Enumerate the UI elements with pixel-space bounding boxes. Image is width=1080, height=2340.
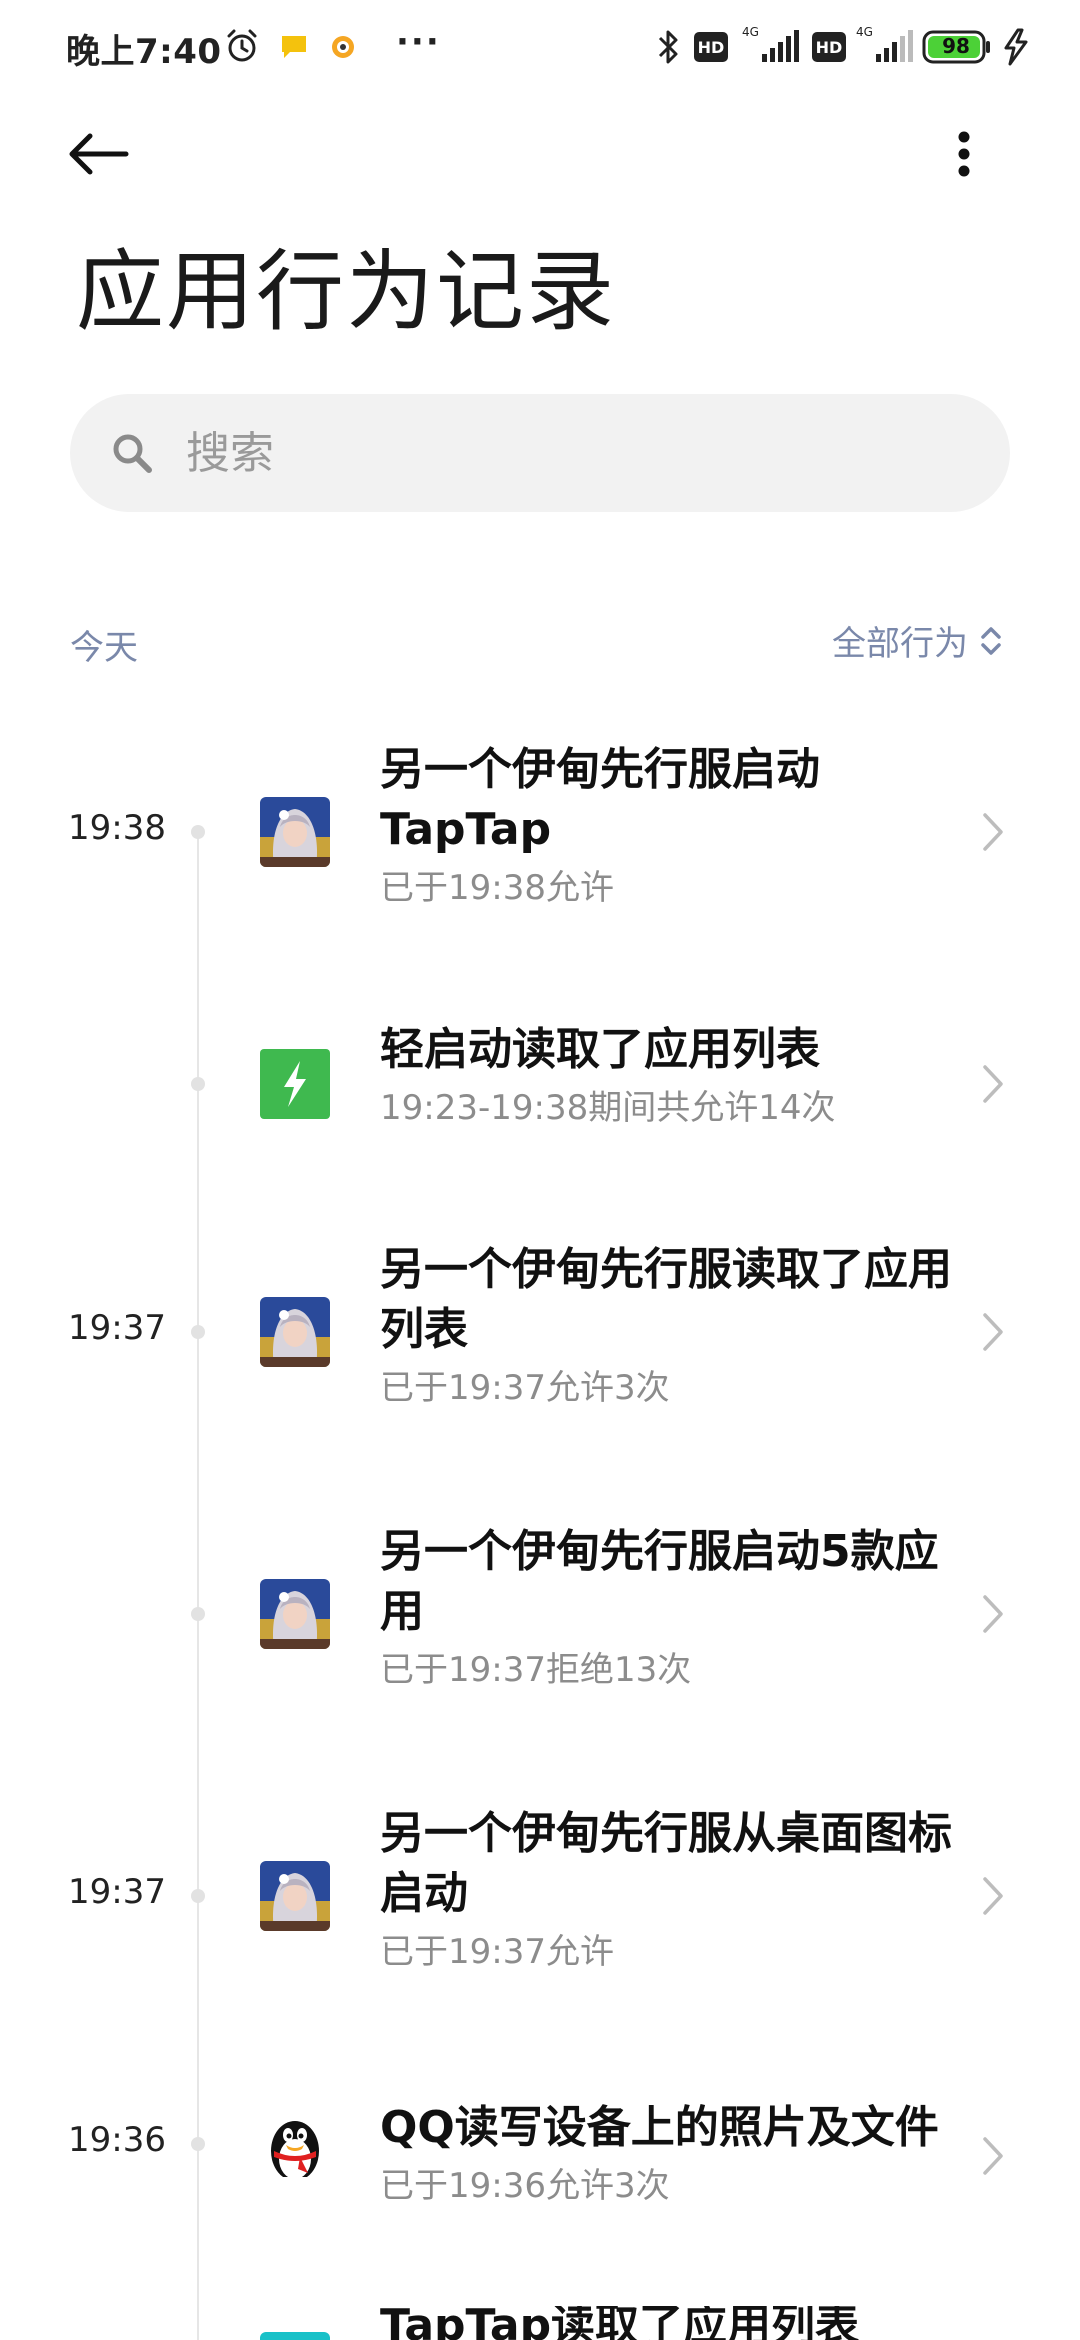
record-time: 19:38: [68, 808, 166, 848]
record-text: 另一个伊甸先行服读取了应用列表 已于19:37允许3次: [380, 1240, 980, 1410]
timeline-dot: [191, 825, 205, 839]
svg-text:HD: HD: [816, 38, 843, 57]
timeline-dot: [191, 1325, 205, 1339]
record-title: 轻启动读取了应用列表: [380, 1024, 820, 1075]
record-subtitle: 已于19:37拒绝13次: [380, 1650, 692, 1690]
notification-app-icon: [330, 34, 356, 64]
record-text: 轻启动读取了应用列表 19:23-19:38期间共允许14次: [380, 1020, 980, 1130]
note-app-icon: [280, 34, 308, 64]
bluetooth-icon: [656, 28, 680, 70]
taptap-app-icon: [260, 2332, 330, 2340]
qq-penguin-icon: [260, 2107, 330, 2177]
record-title: 另一个伊甸先行服启动TapTap: [380, 744, 820, 855]
svg-text:4G: 4G: [742, 25, 759, 39]
chevron-right-icon: [980, 1592, 1006, 1636]
timeline-dot: [191, 2137, 205, 2151]
status-time: 晚上7:40: [66, 32, 222, 72]
game-avatar-icon: [260, 1861, 330, 1931]
4g-signal-icon: 4G: [740, 24, 802, 68]
back-button[interactable]: [66, 120, 162, 192]
timeline-dot: [191, 1889, 205, 1903]
timeline-dot: [191, 1607, 205, 1621]
record-time: 19:37: [68, 1308, 166, 1348]
back-arrow-icon: [66, 132, 130, 180]
search-icon: [106, 427, 158, 479]
more-notifications-indicator: ···: [396, 22, 441, 62]
record-subtitle: 已于19:36允许3次: [380, 2166, 670, 2206]
record-text: TapTap读取了应用列表: [380, 2306, 980, 2340]
record-subtitle: 已于19:37允许3次: [380, 1368, 670, 1408]
record-subtitle: 已于19:37允许: [380, 1932, 614, 1972]
record-title: TapTap读取了应用列表: [380, 2306, 860, 2340]
game-avatar-icon: [260, 1297, 330, 1367]
battery-level: 98: [942, 34, 970, 58]
record-title: 另一个伊甸先行服读取了应用列表: [380, 1244, 952, 1355]
svg-text:4G: 4G: [856, 25, 873, 39]
game-avatar-icon: [260, 797, 330, 867]
list-item[interactable]: 19:37 另一个伊甸先行服从桌面图标启动 已于19:37允许: [0, 1804, 1080, 2004]
alarm-icon: [224, 28, 260, 68]
chevron-right-icon: [980, 810, 1006, 854]
hd-icon: HD: [812, 32, 846, 66]
more-vert-icon: [957, 130, 971, 182]
search-bar[interactable]: [70, 394, 1010, 512]
page-title: 应用行为记录: [76, 240, 617, 343]
list-item[interactable]: 19:38 另一个伊甸先行服启动TapTap 已于19:38允许: [0, 740, 1080, 940]
record-time: 19:36: [68, 2120, 166, 2160]
chevron-right-icon: [980, 1310, 1006, 1354]
record-title: 另一个伊甸先行服从桌面图标启动: [380, 1808, 952, 1919]
lightning-app-icon: [260, 1049, 330, 1119]
chevron-right-icon: [980, 1062, 1006, 1106]
record-text: 另一个伊甸先行服启动5款应用 已于19:37拒绝13次: [380, 1522, 980, 1692]
filter-label: 全部行为: [832, 624, 968, 664]
record-time: 19:37: [68, 1872, 166, 1912]
list-item[interactable]: 另一个伊甸先行服启动5款应用 已于19:37拒绝13次: [0, 1522, 1080, 1722]
behavior-filter-dropdown[interactable]: 全部行为: [832, 616, 1004, 665]
record-text: 另一个伊甸先行服启动TapTap 已于19:38允许: [380, 740, 980, 910]
timeline-dot: [191, 1077, 205, 1091]
4g-signal-icon: 4G: [854, 24, 916, 68]
record-text: 另一个伊甸先行服从桌面图标启动 已于19:37允许: [380, 1804, 980, 1974]
charging-icon: [1000, 28, 1032, 70]
expand-collapse-icon: [978, 621, 1004, 661]
record-title: 另一个伊甸先行服启动5款应用: [380, 1526, 939, 1637]
day-label: 今天: [70, 628, 138, 668]
chevron-right-icon: [980, 2134, 1006, 2178]
record-title: QQ读写设备上的照片及文件: [380, 2102, 939, 2153]
status-bar: 晚上7:40 ··· HD 4G HD 4G 98: [0, 0, 1080, 96]
game-avatar-icon: [260, 1579, 330, 1649]
list-item[interactable]: 轻启动读取了应用列表 19:23-19:38期间共允许14次: [0, 1020, 1080, 1170]
search-input[interactable]: [184, 426, 968, 480]
more-options-button[interactable]: [940, 120, 988, 192]
list-item[interactable]: 19:36 QQ读写设备上的照片及文件 已于19:36允许3次: [0, 2086, 1080, 2236]
list-item[interactable]: 19:37 另一个伊甸先行服读取了应用列表 已于19:37允许3次: [0, 1240, 1080, 1440]
list-item[interactable]: TapTap读取了应用列表: [0, 2306, 1080, 2340]
chevron-right-icon: [980, 1874, 1006, 1918]
record-text: QQ读写设备上的照片及文件 已于19:36允许3次: [380, 2098, 980, 2208]
hd-icon: HD: [694, 32, 728, 66]
record-subtitle: 19:23-19:38期间共允许14次: [380, 1088, 836, 1128]
svg-text:HD: HD: [698, 38, 725, 57]
record-subtitle: 已于19:38允许: [380, 868, 614, 908]
